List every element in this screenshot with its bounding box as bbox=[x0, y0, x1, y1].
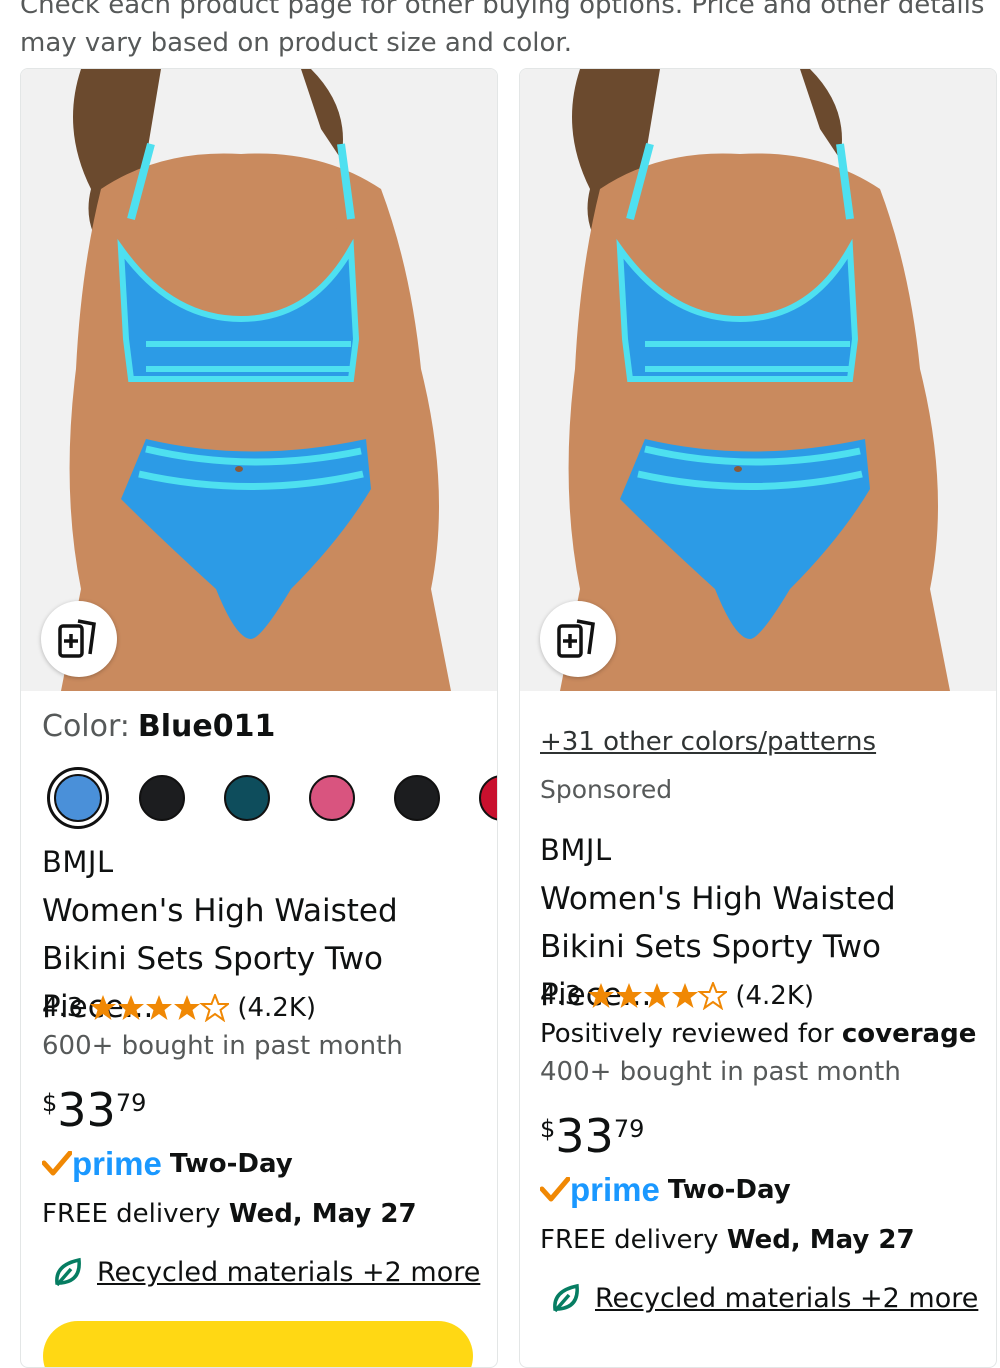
compare-button[interactable] bbox=[41, 601, 117, 677]
prime-badge: prime Two-Day bbox=[540, 1171, 791, 1209]
rating-row[interactable]: 4.3 (4.2K) bbox=[540, 981, 814, 1011]
product-image[interactable] bbox=[520, 69, 996, 691]
prime-check-icon bbox=[42, 1151, 72, 1176]
swatch-pink[interactable] bbox=[309, 775, 355, 821]
color-label: Color: bbox=[42, 709, 130, 744]
sustainability-link[interactable]: Recycled materials +2 more bbox=[549, 1281, 978, 1315]
rating-count: (4.2K) bbox=[237, 993, 317, 1023]
color-selector-label: Color: Blue011 bbox=[42, 709, 275, 744]
prime-speed: Two-Day bbox=[667, 1175, 791, 1205]
compare-add-icon bbox=[58, 619, 96, 658]
price-currency: $ bbox=[540, 1115, 556, 1143]
compare-button[interactable] bbox=[540, 601, 616, 677]
price: $3379 bbox=[42, 1083, 146, 1137]
star-rating-icon bbox=[89, 994, 230, 1022]
brand-name: BMJL bbox=[540, 833, 612, 867]
rating-value: 4.3 bbox=[540, 981, 582, 1011]
price-whole: 33 bbox=[555, 1109, 614, 1163]
swatch-black[interactable] bbox=[139, 775, 185, 821]
results-notice: Check each product page for other buying… bbox=[20, 0, 985, 58]
delivery-info: FREE delivery Wed, May 27 bbox=[42, 1199, 417, 1229]
review-highlight: Positively reviewed for coverage bbox=[540, 1019, 976, 1049]
recycled-text: Recycled materials +2 more bbox=[595, 1282, 979, 1314]
delivery-info: FREE delivery Wed, May 27 bbox=[540, 1225, 915, 1255]
delivery-date: Wed, May 27 bbox=[726, 1225, 915, 1255]
price-whole: 33 bbox=[57, 1083, 116, 1137]
product-image[interactable] bbox=[21, 69, 497, 691]
add-to-cart-button[interactable] bbox=[43, 1321, 473, 1367]
product-photo bbox=[520, 69, 996, 691]
reviewed-topic: coverage bbox=[841, 1019, 977, 1049]
leaf-icon bbox=[55, 1257, 81, 1287]
product-photo bbox=[21, 69, 497, 691]
rating-count: (4.2K) bbox=[735, 981, 815, 1011]
more-colors-link[interactable]: +31 other colors/patterns bbox=[540, 727, 876, 757]
bought-count: 400+ bought in past month bbox=[540, 1057, 901, 1087]
price: $3379 bbox=[540, 1109, 644, 1163]
swatch-blue011[interactable] bbox=[47, 767, 109, 829]
compare-add-icon bbox=[557, 619, 595, 658]
prime-badge: prime Two-Day bbox=[42, 1145, 293, 1183]
recycled-text: Recycled materials +2 more bbox=[97, 1256, 481, 1288]
prime-check-icon bbox=[540, 1177, 570, 1202]
prime-speed: Two-Day bbox=[169, 1149, 293, 1179]
delivery-prefix: FREE delivery bbox=[540, 1225, 719, 1255]
price-fraction: 79 bbox=[115, 1089, 147, 1117]
product-card-left[interactable]: Color: Blue011 BMJL Women's High Waisted … bbox=[20, 68, 498, 1368]
reviewed-prefix: Positively reviewed for bbox=[540, 1019, 834, 1049]
delivery-date: Wed, May 27 bbox=[228, 1199, 417, 1229]
price-currency: $ bbox=[42, 1089, 58, 1117]
rating-row[interactable]: 4.3 (4.2K) bbox=[42, 993, 316, 1023]
prime-label: prime bbox=[72, 1145, 162, 1182]
rating-value: 4.3 bbox=[42, 993, 84, 1023]
swatch-teal[interactable] bbox=[224, 775, 270, 821]
color-value: Blue011 bbox=[137, 709, 276, 744]
prime-label: prime bbox=[570, 1171, 660, 1208]
brand-name: BMJL bbox=[42, 845, 114, 879]
sponsored-label[interactable]: Sponsored bbox=[540, 775, 672, 804]
price-fraction: 79 bbox=[613, 1115, 645, 1143]
sustainability-link[interactable]: Recycled materials +2 more bbox=[51, 1255, 480, 1289]
bought-count: 600+ bought in past month bbox=[42, 1031, 403, 1061]
leaf-icon bbox=[553, 1283, 579, 1313]
color-swatches bbox=[47, 767, 497, 829]
product-card-right[interactable]: +31 other colors/patterns Sponsored BMJL… bbox=[519, 68, 997, 1368]
star-rating-icon bbox=[587, 982, 728, 1010]
swatch-black-2[interactable] bbox=[394, 775, 440, 821]
swatch-red[interactable] bbox=[479, 775, 497, 821]
delivery-prefix: FREE delivery bbox=[42, 1199, 221, 1229]
